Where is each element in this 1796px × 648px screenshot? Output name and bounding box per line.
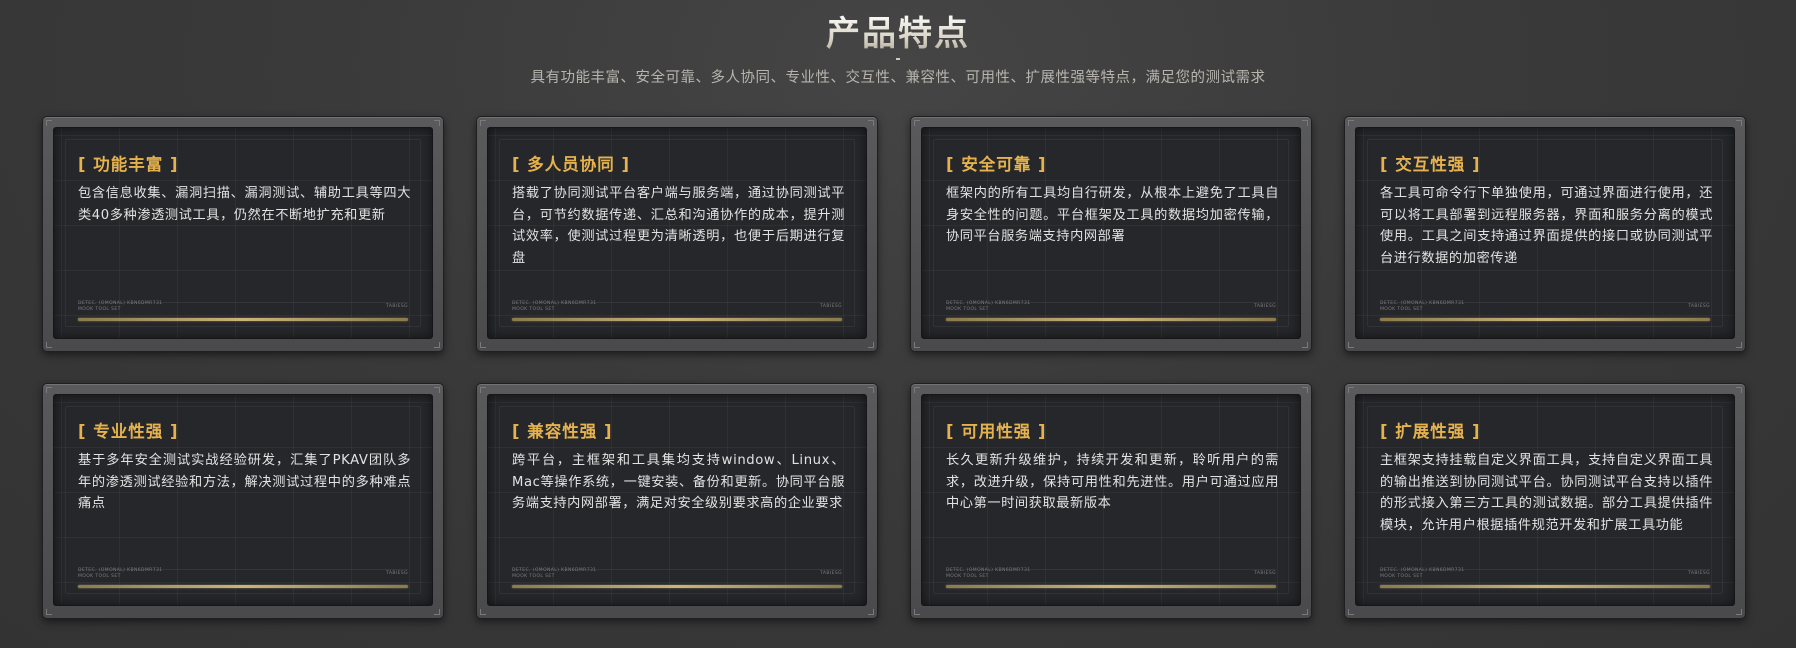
corner-mark: [1736, 387, 1742, 393]
feature-description: 各工具可命令行下单独使用，可通过界面进行使用，还可以将工具部署到远程服务器，界面…: [1380, 186, 1713, 266]
section-header: 产品特点 具有功能丰富、安全可靠、多人协同、专业性、交互性、兼容性、可用性、扩展…: [0, 12, 1796, 87]
gold-accent-bar: [78, 318, 408, 321]
panel-caption: DETEC. (OMONAL) KBN6DMR731 MOOK TOOL SET: [512, 301, 597, 312]
corner-mark: [914, 120, 920, 126]
panel-caption: DETEC. (OMONAL) KBN6DMR731 MOOK TOOL SET: [512, 568, 597, 579]
corner-mark: [434, 120, 440, 126]
corner-mark: [1736, 120, 1742, 126]
feature-title: [ 安全可靠 ]: [946, 155, 1047, 174]
card-panel: [ 交互性强 ] 各工具可命令行下单独使用，可通过界面进行使用，还可以将工具部署…: [1355, 127, 1735, 339]
feature-card: [ 可用性强 ] 长久更新升级维护，持续开发和更新，聆听用户的需求，改进升级，保…: [910, 383, 1312, 619]
gold-accent-bar: [1380, 318, 1710, 321]
corner-mark: [1736, 342, 1742, 348]
section-title: 产品特点: [0, 12, 1796, 56]
card-panel: [ 多人员协同 ] 搭载了协同测试平台客户端与服务端，通过协同测试平台，可节约数…: [487, 127, 867, 339]
feature-description: 长久更新升级维护，持续开发和更新，聆听用户的需求，改进升级，保持可用性和先进性。…: [946, 453, 1279, 511]
gold-accent-bar: [512, 585, 842, 588]
title-divider: [896, 58, 900, 60]
corner-mark: [434, 609, 440, 615]
panel-code: TABIESG: [1688, 304, 1710, 309]
corner-mark: [914, 387, 920, 393]
panel-caption: DETEC. (OMONAL) KBN6DMR731 MOOK TOOL SET: [78, 301, 163, 312]
feature-title: [ 交互性强 ]: [1380, 155, 1481, 174]
feature-title: [ 专业性强 ]: [78, 422, 179, 441]
corner-mark: [1348, 342, 1354, 348]
feature-card: [ 安全可靠 ] 框架内的所有工具均自行研发，从根本上避免了工具自身安全性的问题…: [910, 116, 1312, 352]
card-panel: [ 可用性强 ] 长久更新升级维护，持续开发和更新，聆听用户的需求，改进升级，保…: [921, 394, 1301, 606]
panel-code: TABIESG: [820, 571, 842, 576]
card-panel: [ 兼容性强 ] 跨平台，主框架和工具集均支持window、Linux、Mac等…: [487, 394, 867, 606]
corner-mark: [1348, 387, 1354, 393]
feature-card: [ 功能丰富 ] 包含信息收集、漏洞扫描、漏洞测试、辅助工具等四大类40多种渗透…: [42, 116, 444, 352]
feature-card: [ 扩展性强 ] 主框架支持挂载自定义界面工具，支持自定义界面工具的输出推送到协…: [1344, 383, 1746, 619]
panel-caption: DETEC. (OMONAL) KBN6DMR731 MOOK TOOL SET: [78, 568, 163, 579]
feature-description: 主框架支持挂载自定义界面工具，支持自定义界面工具的输出推送到协同测试平台。协同测…: [1380, 453, 1713, 533]
corner-mark: [1736, 609, 1742, 615]
panel-caption: DETEC. (OMONAL) KBN6DMR731 MOOK TOOL SET: [1380, 568, 1465, 579]
corner-mark: [1302, 609, 1308, 615]
feature-description: 搭载了协同测试平台客户端与服务端，通过协同测试平台，可节约数据传递、汇总和沟通协…: [512, 186, 845, 266]
card-panel: [ 功能丰富 ] 包含信息收集、漏洞扫描、漏洞测试、辅助工具等四大类40多种渗透…: [53, 127, 433, 339]
corner-mark: [46, 342, 52, 348]
feature-title: [ 扩展性强 ]: [1380, 422, 1481, 441]
panel-caption: DETEC. (OMONAL) KBN6DMR731 MOOK TOOL SET: [946, 301, 1031, 312]
feature-card: [ 交互性强 ] 各工具可命令行下单独使用，可通过界面进行使用，还可以将工具部署…: [1344, 116, 1746, 352]
gold-accent-bar: [946, 585, 1276, 588]
gold-accent-bar: [78, 585, 408, 588]
corner-mark: [1302, 120, 1308, 126]
feature-title: [ 兼容性强 ]: [512, 422, 613, 441]
feature-card: [ 多人员协同 ] 搭载了协同测试平台客户端与服务端，通过协同测试平台，可节约数…: [476, 116, 878, 352]
corner-mark: [1302, 342, 1308, 348]
corner-mark: [46, 120, 52, 126]
feature-description: 跨平台，主框架和工具集均支持window、Linux、Mac等操作系统，一键安装…: [512, 453, 845, 511]
gold-accent-bar: [946, 318, 1276, 321]
feature-title: [ 可用性强 ]: [946, 422, 1047, 441]
feature-card: [ 专业性强 ] 基于多年安全测试实战经验研发，汇集了PKAV团队多年的渗透测试…: [42, 383, 444, 619]
panel-code: TABIESG: [1254, 571, 1276, 576]
panel-code: TABIESG: [820, 304, 842, 309]
card-panel: [ 扩展性强 ] 主框架支持挂载自定义界面工具，支持自定义界面工具的输出推送到协…: [1355, 394, 1735, 606]
feature-title: [ 功能丰富 ]: [78, 155, 179, 174]
card-panel: [ 安全可靠 ] 框架内的所有工具均自行研发，从根本上避免了工具自身安全性的问题…: [921, 127, 1301, 339]
gold-accent-bar: [512, 318, 842, 321]
feature-description: 基于多年安全测试实战经验研发，汇集了PKAV团队多年的渗透测试经验和方法，解决测…: [78, 453, 411, 511]
feature-description: 包含信息收集、漏洞扫描、漏洞测试、辅助工具等四大类40多种渗透测试工具，仍然在不…: [78, 186, 411, 223]
panel-code: TABIESG: [1254, 304, 1276, 309]
panel-code: TABIESG: [386, 571, 408, 576]
corner-mark: [868, 609, 874, 615]
corner-mark: [434, 387, 440, 393]
corner-mark: [868, 387, 874, 393]
gold-accent-bar: [1380, 585, 1710, 588]
section-subtitle: 具有功能丰富、安全可靠、多人协同、专业性、交互性、兼容性、可用性、扩展性强等特点…: [530, 70, 1266, 86]
feature-card-grid: [ 功能丰富 ] 包含信息收集、漏洞扫描、漏洞测试、辅助工具等四大类40多种渗透…: [42, 116, 1746, 620]
panel-caption: DETEC. (OMONAL) KBN6DMR731 MOOK TOOL SET: [946, 568, 1031, 579]
corner-mark: [480, 387, 486, 393]
feature-card: [ 兼容性强 ] 跨平台，主框架和工具集均支持window、Linux、Mac等…: [476, 383, 878, 619]
product-features-section: 产品特点 具有功能丰富、安全可靠、多人协同、专业性、交互性、兼容性、可用性、扩展…: [0, 0, 1796, 648]
corner-mark: [868, 342, 874, 348]
feature-title: [ 多人员协同 ]: [512, 155, 631, 174]
corner-mark: [1348, 609, 1354, 615]
corner-mark: [46, 387, 52, 393]
corner-mark: [480, 342, 486, 348]
card-panel: [ 专业性强 ] 基于多年安全测试实战经验研发，汇集了PKAV团队多年的渗透测试…: [53, 394, 433, 606]
corner-mark: [480, 609, 486, 615]
corner-mark: [914, 342, 920, 348]
panel-code: TABIESG: [1688, 571, 1710, 576]
corner-mark: [480, 120, 486, 126]
corner-mark: [46, 609, 52, 615]
corner-mark: [868, 120, 874, 126]
corner-mark: [1302, 387, 1308, 393]
corner-mark: [1348, 120, 1354, 126]
feature-description: 框架内的所有工具均自行研发，从根本上避免了工具自身安全性的问题。平台框架及工具的…: [946, 186, 1279, 244]
corner-mark: [914, 609, 920, 615]
panel-caption: DETEC. (OMONAL) KBN6DMR731 MOOK TOOL SET: [1380, 301, 1465, 312]
corner-mark: [434, 342, 440, 348]
panel-code: TABIESG: [386, 304, 408, 309]
